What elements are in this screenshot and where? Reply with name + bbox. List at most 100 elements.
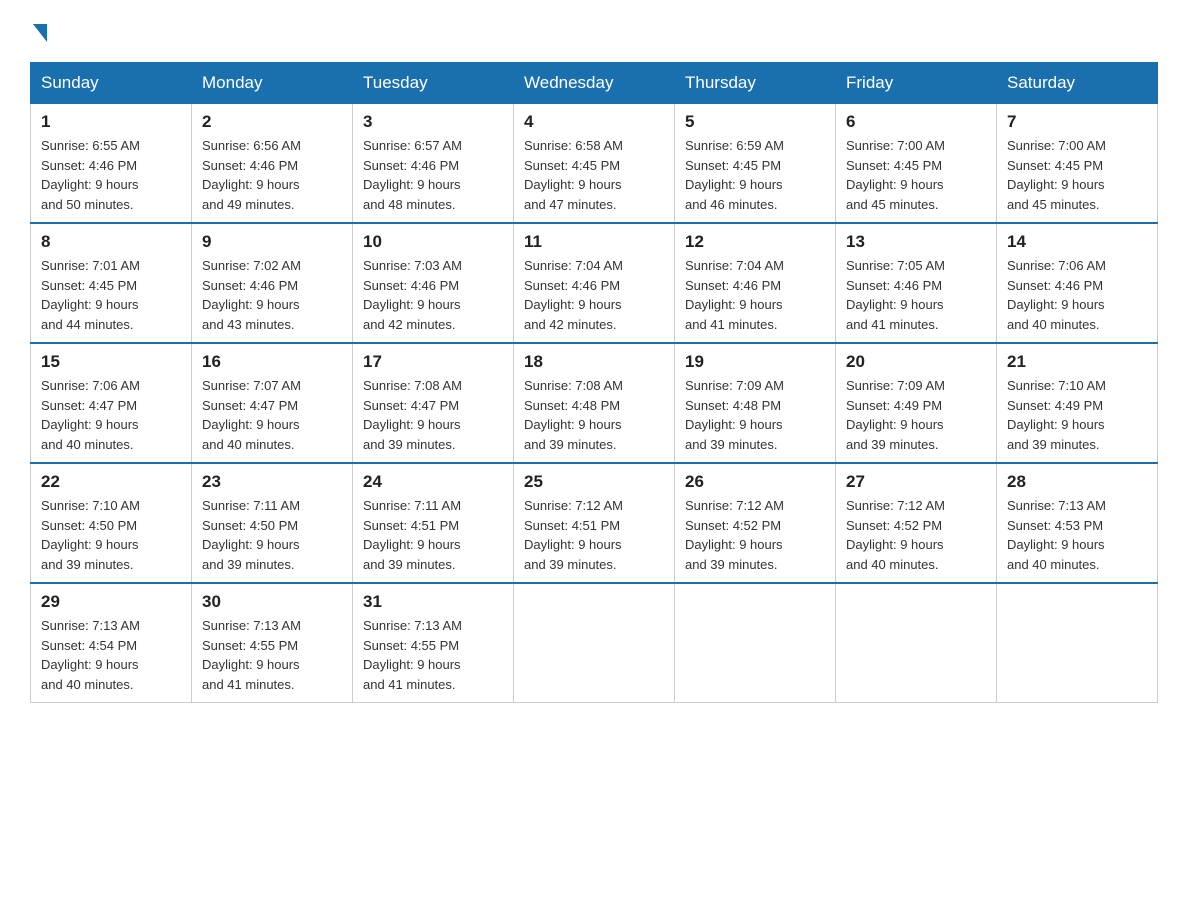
calendar-cell: 23 Sunrise: 7:11 AMSunset: 4:50 PMDaylig… xyxy=(192,463,353,583)
day-info: Sunrise: 7:13 AMSunset: 4:54 PMDaylight:… xyxy=(41,618,140,692)
day-number: 6 xyxy=(846,112,986,132)
day-number: 29 xyxy=(41,592,181,612)
day-info: Sunrise: 7:13 AMSunset: 4:53 PMDaylight:… xyxy=(1007,498,1106,572)
weekday-header-thursday: Thursday xyxy=(675,63,836,104)
page-header xyxy=(30,20,1158,42)
calendar-cell: 14 Sunrise: 7:06 AMSunset: 4:46 PMDaylig… xyxy=(997,223,1158,343)
calendar-cell: 10 Sunrise: 7:03 AMSunset: 4:46 PMDaylig… xyxy=(353,223,514,343)
calendar-cell: 13 Sunrise: 7:05 AMSunset: 4:46 PMDaylig… xyxy=(836,223,997,343)
calendar-cell: 4 Sunrise: 6:58 AMSunset: 4:45 PMDayligh… xyxy=(514,104,675,224)
day-number: 8 xyxy=(41,232,181,252)
day-number: 4 xyxy=(524,112,664,132)
calendar-week-row: 29 Sunrise: 7:13 AMSunset: 4:54 PMDaylig… xyxy=(31,583,1158,703)
calendar-cell: 17 Sunrise: 7:08 AMSunset: 4:47 PMDaylig… xyxy=(353,343,514,463)
weekday-header-saturday: Saturday xyxy=(997,63,1158,104)
day-info: Sunrise: 7:10 AMSunset: 4:50 PMDaylight:… xyxy=(41,498,140,572)
day-number: 2 xyxy=(202,112,342,132)
calendar-cell: 12 Sunrise: 7:04 AMSunset: 4:46 PMDaylig… xyxy=(675,223,836,343)
day-number: 22 xyxy=(41,472,181,492)
calendar-cell: 24 Sunrise: 7:11 AMSunset: 4:51 PMDaylig… xyxy=(353,463,514,583)
calendar-cell: 11 Sunrise: 7:04 AMSunset: 4:46 PMDaylig… xyxy=(514,223,675,343)
weekday-header-sunday: Sunday xyxy=(31,63,192,104)
day-number: 11 xyxy=(524,232,664,252)
day-number: 7 xyxy=(1007,112,1147,132)
day-number: 16 xyxy=(202,352,342,372)
day-number: 28 xyxy=(1007,472,1147,492)
day-number: 24 xyxy=(363,472,503,492)
calendar-cell xyxy=(997,583,1158,703)
calendar-cell: 26 Sunrise: 7:12 AMSunset: 4:52 PMDaylig… xyxy=(675,463,836,583)
day-info: Sunrise: 6:58 AMSunset: 4:45 PMDaylight:… xyxy=(524,138,623,212)
day-info: Sunrise: 7:07 AMSunset: 4:47 PMDaylight:… xyxy=(202,378,301,452)
calendar-table: SundayMondayTuesdayWednesdayThursdayFrid… xyxy=(30,62,1158,703)
weekday-header-wednesday: Wednesday xyxy=(514,63,675,104)
day-info: Sunrise: 7:06 AMSunset: 4:46 PMDaylight:… xyxy=(1007,258,1106,332)
calendar-cell: 6 Sunrise: 7:00 AMSunset: 4:45 PMDayligh… xyxy=(836,104,997,224)
day-info: Sunrise: 6:59 AMSunset: 4:45 PMDaylight:… xyxy=(685,138,784,212)
day-number: 9 xyxy=(202,232,342,252)
day-number: 27 xyxy=(846,472,986,492)
day-info: Sunrise: 7:02 AMSunset: 4:46 PMDaylight:… xyxy=(202,258,301,332)
calendar-cell: 7 Sunrise: 7:00 AMSunset: 4:45 PMDayligh… xyxy=(997,104,1158,224)
calendar-cell xyxy=(675,583,836,703)
calendar-cell xyxy=(836,583,997,703)
weekday-header-tuesday: Tuesday xyxy=(353,63,514,104)
day-info: Sunrise: 7:09 AMSunset: 4:49 PMDaylight:… xyxy=(846,378,945,452)
calendar-cell xyxy=(514,583,675,703)
calendar-week-row: 1 Sunrise: 6:55 AMSunset: 4:46 PMDayligh… xyxy=(31,104,1158,224)
logo-arrow-icon xyxy=(33,24,47,42)
day-info: Sunrise: 6:56 AMSunset: 4:46 PMDaylight:… xyxy=(202,138,301,212)
day-number: 3 xyxy=(363,112,503,132)
day-info: Sunrise: 7:12 AMSunset: 4:52 PMDaylight:… xyxy=(685,498,784,572)
calendar-cell: 28 Sunrise: 7:13 AMSunset: 4:53 PMDaylig… xyxy=(997,463,1158,583)
calendar-cell: 18 Sunrise: 7:08 AMSunset: 4:48 PMDaylig… xyxy=(514,343,675,463)
calendar-week-row: 8 Sunrise: 7:01 AMSunset: 4:45 PMDayligh… xyxy=(31,223,1158,343)
calendar-week-row: 22 Sunrise: 7:10 AMSunset: 4:50 PMDaylig… xyxy=(31,463,1158,583)
day-info: Sunrise: 7:10 AMSunset: 4:49 PMDaylight:… xyxy=(1007,378,1106,452)
day-number: 12 xyxy=(685,232,825,252)
day-info: Sunrise: 7:08 AMSunset: 4:48 PMDaylight:… xyxy=(524,378,623,452)
day-info: Sunrise: 7:03 AMSunset: 4:46 PMDaylight:… xyxy=(363,258,462,332)
day-info: Sunrise: 7:00 AMSunset: 4:45 PMDaylight:… xyxy=(846,138,945,212)
calendar-week-row: 15 Sunrise: 7:06 AMSunset: 4:47 PMDaylig… xyxy=(31,343,1158,463)
day-info: Sunrise: 7:12 AMSunset: 4:51 PMDaylight:… xyxy=(524,498,623,572)
day-number: 30 xyxy=(202,592,342,612)
day-info: Sunrise: 7:00 AMSunset: 4:45 PMDaylight:… xyxy=(1007,138,1106,212)
day-info: Sunrise: 7:04 AMSunset: 4:46 PMDaylight:… xyxy=(524,258,623,332)
day-info: Sunrise: 7:05 AMSunset: 4:46 PMDaylight:… xyxy=(846,258,945,332)
calendar-cell: 2 Sunrise: 6:56 AMSunset: 4:46 PMDayligh… xyxy=(192,104,353,224)
day-number: 17 xyxy=(363,352,503,372)
calendar-cell: 20 Sunrise: 7:09 AMSunset: 4:49 PMDaylig… xyxy=(836,343,997,463)
day-number: 5 xyxy=(685,112,825,132)
day-info: Sunrise: 7:08 AMSunset: 4:47 PMDaylight:… xyxy=(363,378,462,452)
calendar-cell: 30 Sunrise: 7:13 AMSunset: 4:55 PMDaylig… xyxy=(192,583,353,703)
weekday-header-monday: Monday xyxy=(192,63,353,104)
logo xyxy=(30,20,47,42)
day-info: Sunrise: 7:09 AMSunset: 4:48 PMDaylight:… xyxy=(685,378,784,452)
day-info: Sunrise: 7:11 AMSunset: 4:51 PMDaylight:… xyxy=(363,498,461,572)
day-info: Sunrise: 7:06 AMSunset: 4:47 PMDaylight:… xyxy=(41,378,140,452)
calendar-cell: 21 Sunrise: 7:10 AMSunset: 4:49 PMDaylig… xyxy=(997,343,1158,463)
day-number: 19 xyxy=(685,352,825,372)
calendar-cell: 8 Sunrise: 7:01 AMSunset: 4:45 PMDayligh… xyxy=(31,223,192,343)
day-info: Sunrise: 6:55 AMSunset: 4:46 PMDaylight:… xyxy=(41,138,140,212)
day-info: Sunrise: 7:11 AMSunset: 4:50 PMDaylight:… xyxy=(202,498,300,572)
day-number: 20 xyxy=(846,352,986,372)
calendar-cell: 5 Sunrise: 6:59 AMSunset: 4:45 PMDayligh… xyxy=(675,104,836,224)
day-info: Sunrise: 7:01 AMSunset: 4:45 PMDaylight:… xyxy=(41,258,140,332)
day-info: Sunrise: 7:13 AMSunset: 4:55 PMDaylight:… xyxy=(202,618,301,692)
day-number: 31 xyxy=(363,592,503,612)
day-number: 21 xyxy=(1007,352,1147,372)
calendar-cell: 19 Sunrise: 7:09 AMSunset: 4:48 PMDaylig… xyxy=(675,343,836,463)
day-number: 14 xyxy=(1007,232,1147,252)
calendar-cell: 29 Sunrise: 7:13 AMSunset: 4:54 PMDaylig… xyxy=(31,583,192,703)
day-number: 13 xyxy=(846,232,986,252)
day-number: 10 xyxy=(363,232,503,252)
weekday-header-friday: Friday xyxy=(836,63,997,104)
calendar-cell: 22 Sunrise: 7:10 AMSunset: 4:50 PMDaylig… xyxy=(31,463,192,583)
day-info: Sunrise: 7:12 AMSunset: 4:52 PMDaylight:… xyxy=(846,498,945,572)
calendar-cell: 15 Sunrise: 7:06 AMSunset: 4:47 PMDaylig… xyxy=(31,343,192,463)
day-number: 15 xyxy=(41,352,181,372)
calendar-cell: 9 Sunrise: 7:02 AMSunset: 4:46 PMDayligh… xyxy=(192,223,353,343)
calendar-cell: 3 Sunrise: 6:57 AMSunset: 4:46 PMDayligh… xyxy=(353,104,514,224)
